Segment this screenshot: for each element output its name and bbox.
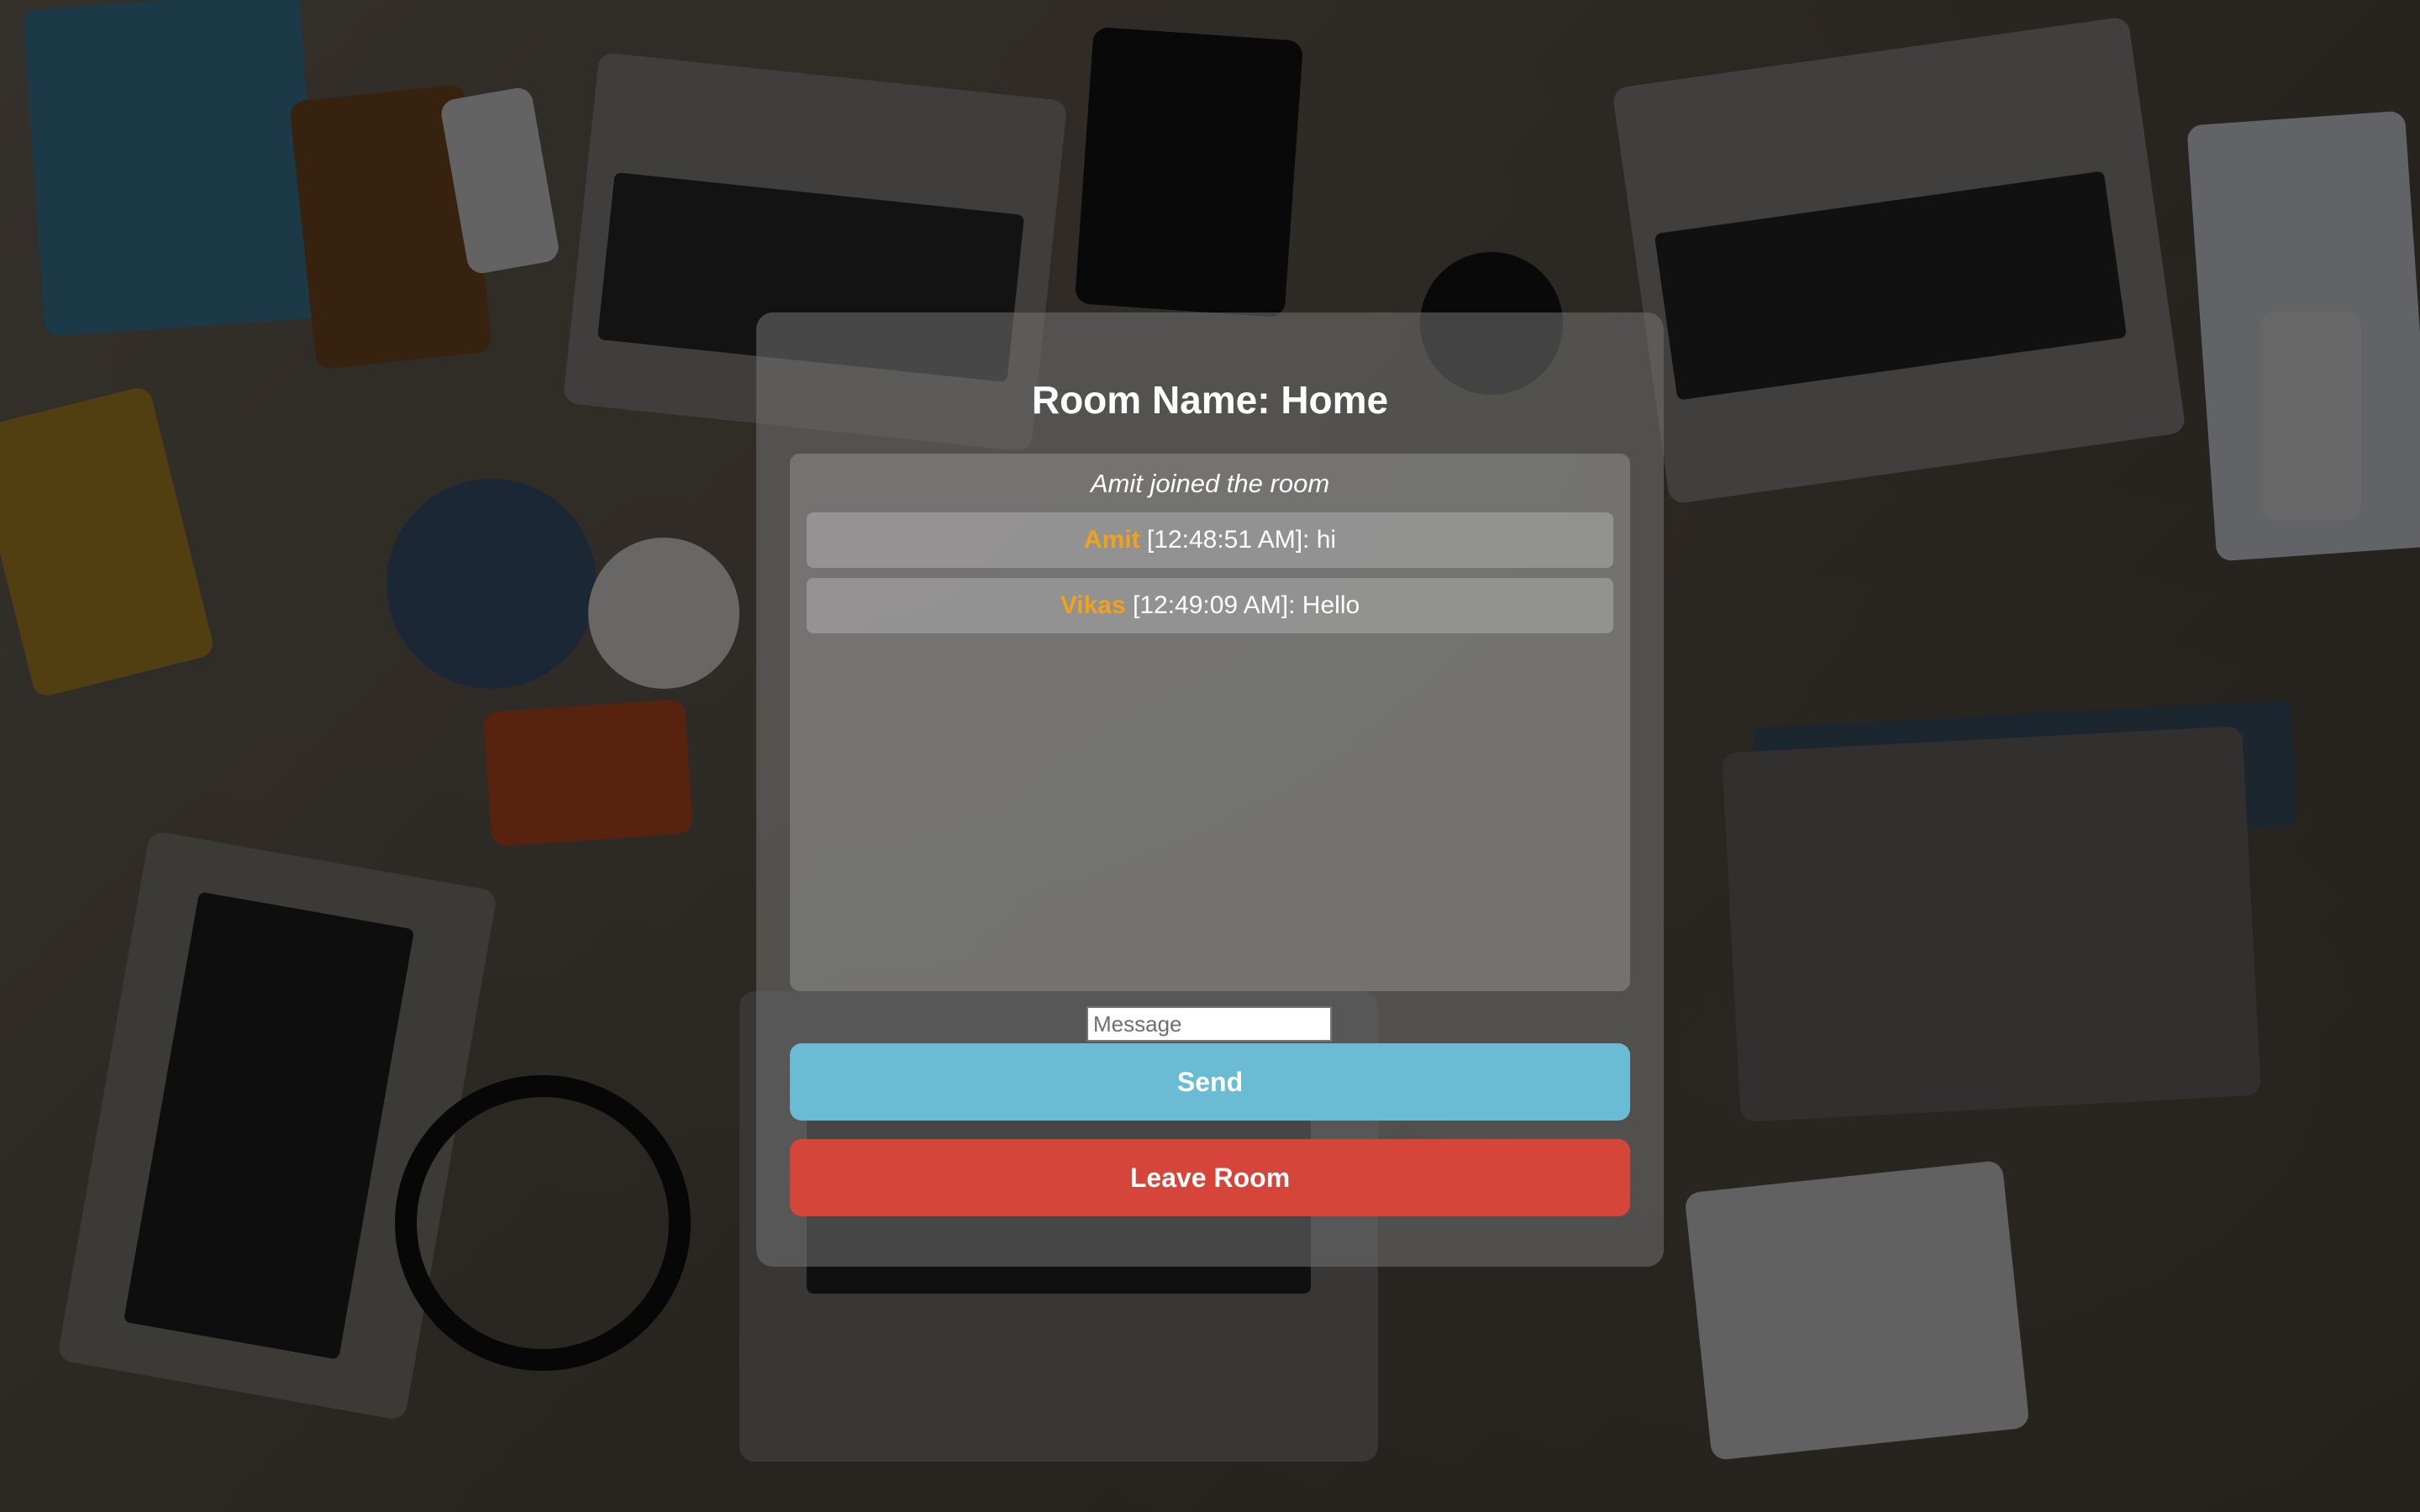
message-list[interactable]: Amit joined the room Amit [12:48:51 AM]:…: [790, 454, 1630, 991]
room-title: Room Name: Home: [1031, 378, 1389, 422]
message-text: [12:48:51 AM]: hi: [1139, 526, 1337, 554]
message-input[interactable]: [1086, 1006, 1332, 1042]
chat-room-card: Room Name: Home Amit joined the room Ami…: [756, 312, 1664, 1267]
leave-room-button[interactable]: Leave Room: [790, 1139, 1630, 1216]
chat-message: Vikas [12:49:09 AM]: Hello: [807, 578, 1613, 633]
system-message: Amit joined the room: [1090, 469, 1330, 498]
message-author: Vikas: [1060, 591, 1126, 619]
message-author: Amit: [1083, 526, 1140, 554]
chat-message: Amit [12:48:51 AM]: hi: [807, 512, 1613, 568]
message-text: [12:49:09 AM]: Hello: [1125, 591, 1360, 619]
send-button[interactable]: Send: [790, 1043, 1630, 1121]
